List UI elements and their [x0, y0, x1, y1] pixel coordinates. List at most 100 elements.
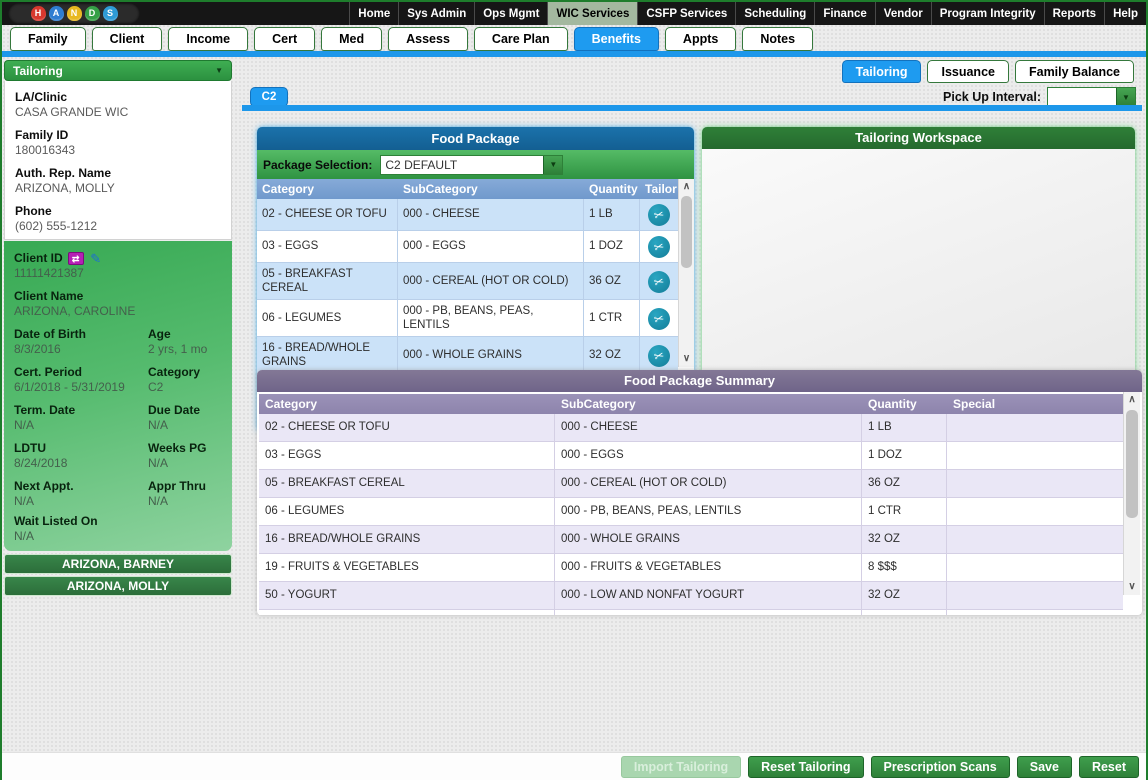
summary-row: 02 - CHEESE OR TOFU000 - CHEESE1 LB [259, 414, 1123, 442]
package-selection-bar: Package Selection: C2 DEFAULT ▼ [257, 150, 694, 179]
scroll-down-icon[interactable]: ∨ [1124, 579, 1140, 595]
menu-item-program-integrity[interactable]: Program Integrity [931, 2, 1044, 25]
field-la-clinic: LA/ClinicCASA GRANDE WIC [5, 85, 231, 123]
sidebar-section-dropdown[interactable]: Tailoring ▼ [4, 60, 232, 81]
food-package-row: 06 - LEGUMES000 - PB, BEANS, PEAS, LENTI… [257, 300, 678, 337]
summary-row: 05 - BREAKFAST CEREAL000 - CEREAL (HOT O… [259, 470, 1123, 498]
cell-subcategory: 000 - CHEESE [555, 414, 862, 441]
scroll-up-icon[interactable]: ∧ [1124, 392, 1140, 408]
chevron-down-icon: ▼ [549, 160, 557, 169]
tab-income[interactable]: Income [168, 27, 248, 51]
cell-category: 06 - LEGUMES [257, 300, 398, 336]
field-value: 2 yrs, 1 mo [148, 342, 232, 356]
cell-subcategory: 000 - CEREAL (HOT OR COLD) [398, 263, 584, 299]
tailor-button[interactable]: ✂ [648, 204, 670, 226]
chevron-down-icon: ▼ [1122, 93, 1130, 102]
category-tab-c2[interactable]: C2 [250, 87, 288, 107]
field-value: (602) 555-1212 [15, 219, 221, 233]
pickup-interval-field: Pick Up Interval: ▼ [943, 87, 1136, 107]
menu-item-ops-mgmt[interactable]: Ops Mgmt [474, 2, 547, 25]
scroll-thumb[interactable] [1126, 410, 1138, 518]
edit-client-icon[interactable]: ✎ [89, 252, 103, 265]
tab-family[interactable]: Family [10, 27, 86, 51]
menu-item-reports[interactable]: Reports [1044, 2, 1104, 25]
food-package-table-body: 02 - CHEESE OR TOFU000 - CHEESE1 LB✂03 -… [257, 199, 678, 387]
cell-tailor: ✂ [640, 231, 678, 262]
package-selection-dropdown-button[interactable]: ▼ [543, 156, 562, 174]
cell-quantity: 32 OZ [862, 526, 947, 553]
scroll-up-icon[interactable]: ∧ [679, 179, 694, 195]
cell-category: 05 - BREAKFAST CEREAL [257, 263, 398, 299]
family-member-button-arizona-barney[interactable]: ARIZONA, BARNEY [4, 554, 232, 574]
pickup-interval-select[interactable]: ▼ [1047, 87, 1136, 107]
page: HANDS HomeSys AdminOps MgmtWIC ServicesC… [0, 0, 1148, 780]
column-header-subcategory: SubCategory [555, 394, 862, 414]
save-button[interactable]: Save [1017, 756, 1072, 778]
tab-client[interactable]: Client [92, 27, 163, 51]
tab-benefits[interactable]: Benefits [574, 27, 659, 51]
prescription-scans-button[interactable]: Prescription Scans [871, 756, 1010, 778]
logo-hand-s: S [103, 6, 118, 21]
menu-item-finance[interactable]: Finance [814, 2, 874, 25]
cell-empty [947, 610, 1123, 615]
field-label: Auth. Rep. Name [15, 166, 221, 180]
field-auth-rep-name: Auth. Rep. NameARIZONA, MOLLY [5, 161, 231, 199]
tab-assess[interactable]: Assess [388, 27, 468, 51]
menu-item-csfp-services[interactable]: CSFP Services [637, 2, 735, 25]
cell-tailor: ✂ [640, 263, 678, 299]
scroll-track[interactable] [679, 195, 694, 351]
package-selection-select[interactable]: C2 DEFAULT ▼ [380, 155, 563, 175]
field-weeks-pg: Weeks PGN/A [138, 436, 232, 474]
tailor-button[interactable]: ✂ [648, 345, 670, 367]
cell-special [947, 414, 1123, 441]
menu-item-sys-admin[interactable]: Sys Admin [398, 2, 474, 25]
tab-appts[interactable]: Appts [665, 27, 736, 51]
scissors-icon: ✂ [652, 348, 665, 364]
field-label: Date of Birth [14, 327, 134, 341]
tab-notes[interactable]: Notes [742, 27, 813, 51]
scroll-down-icon[interactable]: ∨ [679, 351, 694, 367]
cell-quantity: 36 OZ [862, 470, 947, 497]
family-info-box: LA/ClinicCASA GRANDE WICFamily ID1800163… [4, 81, 232, 240]
family-member-button-arizona-molly[interactable]: ARIZONA, MOLLY [4, 576, 232, 596]
scissors-icon: ✂ [652, 273, 665, 289]
subtab-issuance[interactable]: Issuance [927, 60, 1009, 83]
menu-item-scheduling[interactable]: Scheduling [735, 2, 814, 25]
scroll-thumb[interactable] [681, 196, 692, 268]
tab-med[interactable]: Med [321, 27, 382, 51]
cell-quantity: 1 CTR [862, 498, 947, 525]
cell-quantity: 8 $$$ [862, 554, 947, 581]
logo-hand-n: N [67, 6, 82, 21]
menu-item-help[interactable]: Help [1104, 2, 1146, 25]
cell-subcategory: 000 - FRUITS & VEGETABLES [555, 554, 862, 581]
cell-quantity: 1 LB [584, 199, 640, 230]
cell-subcategory: 000 - PB, BEANS, PEAS, LENTILS [398, 300, 584, 336]
tab-cert[interactable]: Cert [254, 27, 315, 51]
reset-tailoring-button[interactable]: Reset Tailoring [748, 756, 863, 778]
summary-row [259, 610, 1123, 615]
subtab-family-balance[interactable]: Family Balance [1015, 60, 1134, 83]
wait-listed-value: N/A [14, 529, 222, 543]
menu-item-home[interactable]: Home [349, 2, 398, 25]
menu-item-vendor[interactable]: Vendor [875, 2, 931, 25]
summary-scrollbar[interactable]: ∧ ∨ [1123, 392, 1140, 595]
menu-item-wic-services[interactable]: WIC Services [547, 2, 637, 25]
field-value: CASA GRANDE WIC [15, 105, 221, 119]
tab-care-plan[interactable]: Care Plan [474, 27, 568, 51]
reset-button[interactable]: Reset [1079, 756, 1139, 778]
tailor-button[interactable]: ✂ [648, 236, 670, 258]
scroll-track[interactable] [1124, 408, 1140, 579]
cell-quantity: 1 LB [862, 414, 947, 441]
food-package-row: 16 - BREAD/WHOLE GRAINS000 - WHOLE GRAIN… [257, 337, 678, 374]
cell-subcategory: 000 - CHEESE [398, 199, 584, 230]
swap-client-icon[interactable]: ⇄ [68, 252, 84, 265]
subtab-tailoring[interactable]: Tailoring [842, 60, 922, 83]
tailor-button[interactable]: ✂ [648, 308, 670, 330]
tailor-button[interactable]: ✂ [648, 271, 670, 293]
field-value: N/A [14, 494, 134, 508]
cell-special [947, 526, 1123, 553]
pickup-interval-dropdown-button[interactable]: ▼ [1116, 88, 1135, 106]
package-selection-label: Package Selection: [263, 158, 372, 172]
food-package-scrollbar[interactable]: ∧ ∨ [678, 179, 694, 367]
field-value: N/A [148, 418, 232, 432]
